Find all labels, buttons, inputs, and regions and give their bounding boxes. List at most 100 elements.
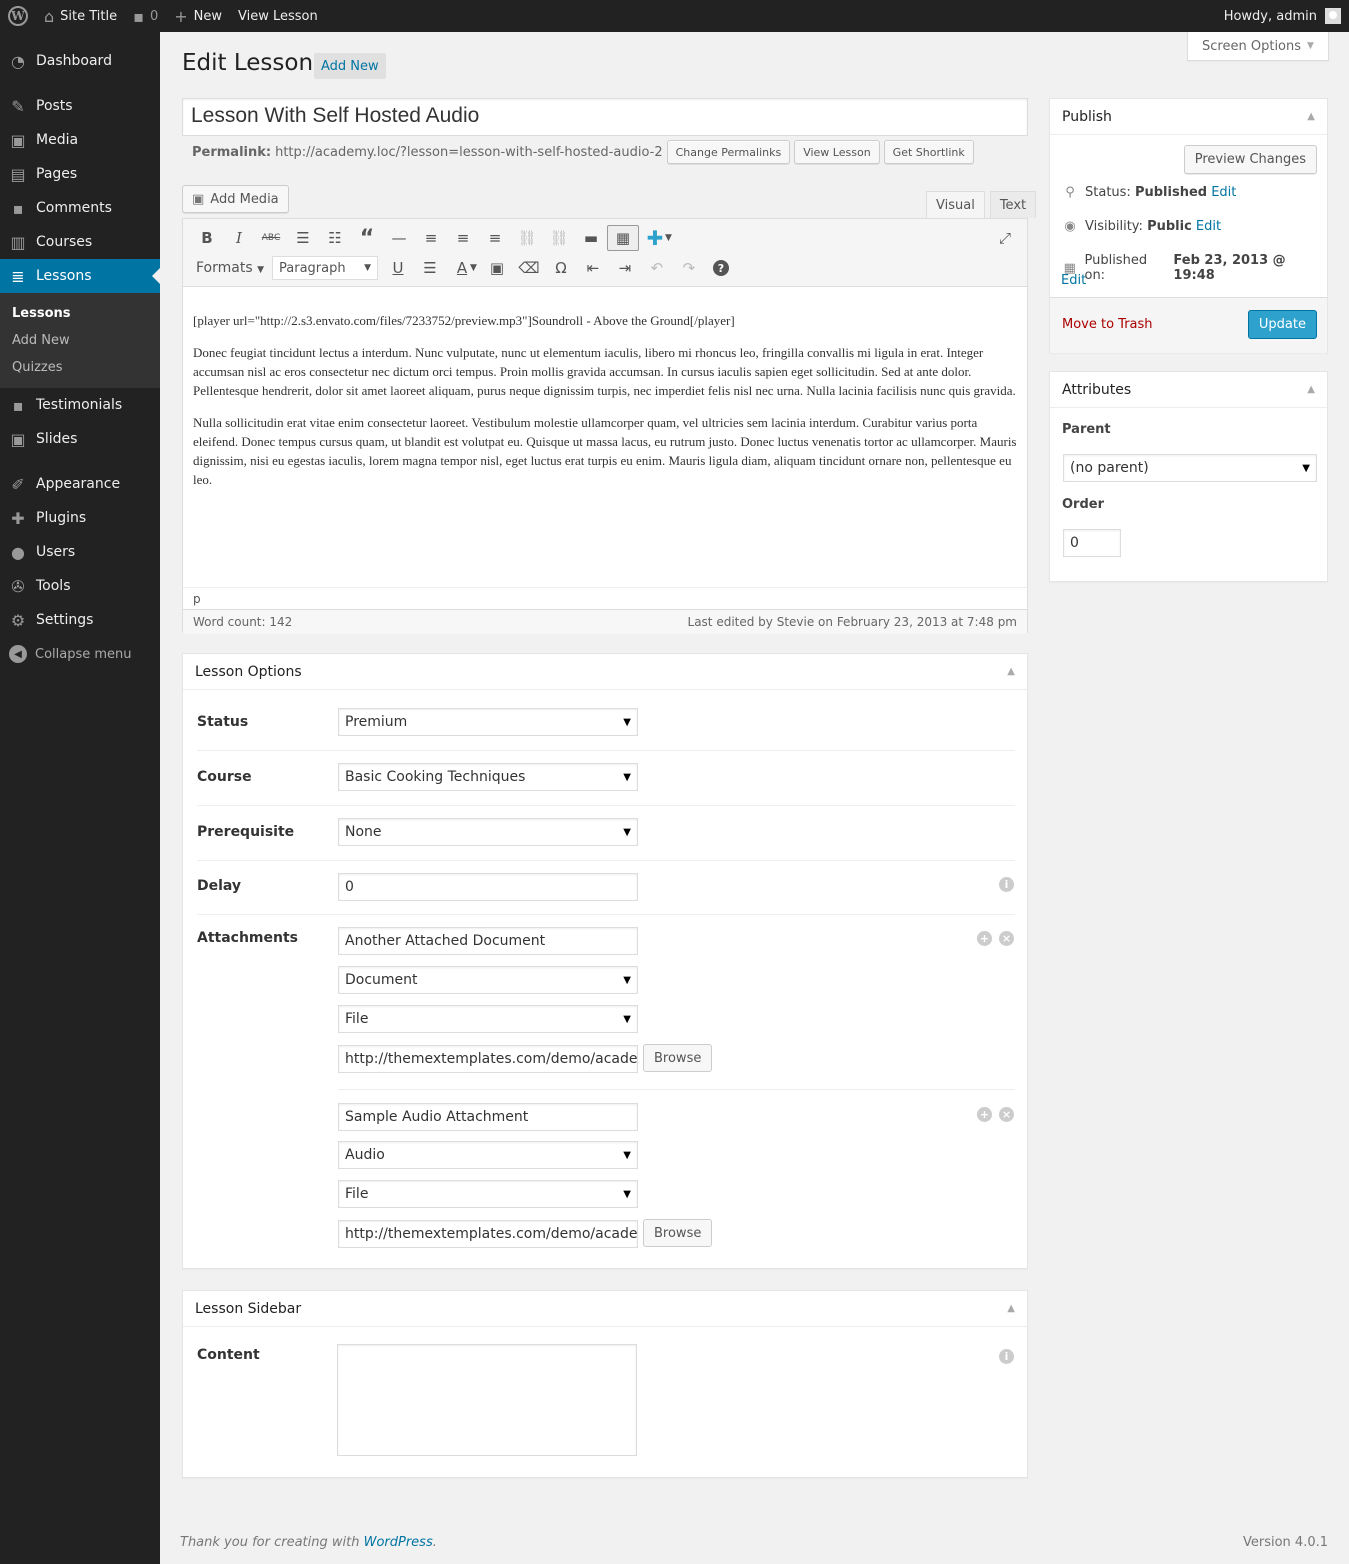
menu-item-users[interactable]: ● Users [0, 535, 160, 569]
browse-button[interactable]: Browse [643, 1044, 713, 1072]
menu-item-comments[interactable]: ▪ Comments [0, 191, 160, 225]
attachment-title-input[interactable]: Sample Audio Attachment [338, 1103, 638, 1131]
blockquote-icon[interactable]: “ [351, 225, 383, 251]
info-icon[interactable]: i [999, 877, 1014, 892]
attributes-header[interactable]: Attributes ▲ [1050, 372, 1327, 408]
bullet-list-icon[interactable]: ☰ [287, 225, 319, 251]
paste-text-icon[interactable]: ▣ [481, 255, 513, 281]
redo-icon[interactable]: ↷ [673, 255, 705, 281]
lesson-options-header[interactable]: Lesson Options ▲ [183, 654, 1027, 690]
change-permalinks-button[interactable]: Change Permalinks [666, 140, 791, 164]
info-icon[interactable]: i [999, 1349, 1014, 1364]
unlink-icon[interactable]: ⛓ [543, 225, 575, 251]
edit-status-link[interactable]: Edit [1211, 185, 1236, 200]
collapse-toggle-icon[interactable]: ▲ [1307, 384, 1315, 395]
attachment-url-input[interactable]: http://themextemplates.com/demo/academ [338, 1045, 638, 1073]
wordpress-logo-icon[interactable]: W [0, 0, 36, 32]
clear-formatting-icon[interactable]: ⌫ [513, 255, 545, 281]
course-select[interactable]: Basic Cooking Techniques ▼ [338, 763, 638, 791]
submenu-quizzes[interactable]: Quizzes [0, 354, 160, 381]
sidebar-content-textarea[interactable] [337, 1344, 637, 1456]
update-button[interactable]: Update [1247, 310, 1317, 339]
outdent-icon[interactable]: ⇤ [577, 255, 609, 281]
toolbar-toggle-icon[interactable]: ▦ [607, 225, 639, 251]
remove-attachment-icon[interactable]: × [999, 1107, 1014, 1122]
menu-item-testimonials[interactable]: ▪ Testimonials [0, 388, 160, 422]
menu-item-pages[interactable]: ▤ Pages [0, 157, 160, 191]
menu-item-courses[interactable]: ▥ Courses [0, 225, 160, 259]
wordpress-link[interactable]: WordPress [364, 1535, 433, 1550]
justify-icon[interactable]: ☰ [414, 255, 446, 281]
lesson-sidebar-header[interactable]: Lesson Sidebar ▲ [183, 1291, 1027, 1327]
tab-visual[interactable]: Visual [926, 191, 985, 218]
formats-dropdown[interactable]: Formats ▼ [196, 260, 264, 276]
site-title-link[interactable]: ⌂ Site Title [36, 0, 125, 32]
collapse-toggle-icon[interactable]: ▲ [1307, 111, 1315, 122]
link-icon[interactable]: ⛓ [511, 225, 543, 251]
fullscreen-icon[interactable]: ⤢ [989, 225, 1021, 251]
edit-visibility-link[interactable]: Edit [1196, 219, 1221, 234]
order-input[interactable]: 0 [1063, 529, 1121, 557]
align-left-icon[interactable]: ≡ [415, 225, 447, 251]
read-more-icon[interactable]: ▬ [575, 225, 607, 251]
attachment-type-select[interactable]: Document ▼ [338, 966, 638, 994]
status-select[interactable]: Premium ▼ [338, 708, 638, 736]
menu-item-lessons[interactable]: ≣ Lessons [0, 259, 160, 293]
remove-attachment-icon[interactable]: × [999, 931, 1014, 946]
browse-button[interactable]: Browse [643, 1219, 713, 1247]
menu-item-plugins[interactable]: ✚ Plugins [0, 501, 160, 535]
account-menu[interactable]: Howdy, admin [1216, 0, 1349, 32]
chevron-down-icon[interactable]: ▼ [470, 263, 477, 273]
menu-item-dashboard[interactable]: ◔ Dashboard [0, 44, 160, 78]
collapse-toggle-icon[interactable]: ▲ [1007, 666, 1015, 677]
attachment-title-input[interactable]: Another Attached Document [338, 927, 638, 955]
strikethrough-icon[interactable]: ABC [255, 225, 287, 251]
align-center-icon[interactable]: ≡ [447, 225, 479, 251]
parent-select[interactable]: (no parent) ▼ [1063, 454, 1317, 482]
submenu-lessons[interactable]: Lessons [0, 300, 160, 327]
underline-icon[interactable]: U [382, 255, 414, 281]
preview-changes-button[interactable]: Preview Changes [1183, 145, 1317, 174]
get-shortlink-button[interactable]: Get Shortlink [883, 140, 974, 164]
attachment-type-select[interactable]: Audio ▼ [338, 1141, 638, 1169]
paragraph-select[interactable]: Paragraph ▼ [272, 256, 379, 280]
edit-date-link[interactable]: Edit [1061, 273, 1086, 288]
delay-input[interactable]: 0 [338, 873, 638, 901]
collapse-menu-button[interactable]: ◀ Collapse menu [0, 637, 160, 671]
indent-icon[interactable]: ⇥ [609, 255, 641, 281]
submenu-add-new[interactable]: Add New [0, 327, 160, 354]
screen-options-button[interactable]: Screen Options ▼ [1187, 32, 1329, 61]
italic-icon[interactable]: I [223, 225, 255, 251]
menu-item-appearance[interactable]: ✐ Appearance [0, 467, 160, 501]
move-to-trash-link[interactable]: Move to Trash [1062, 317, 1153, 332]
attachment-url-input[interactable]: http://themextemplates.com/demo/academ [338, 1220, 638, 1248]
prerequisite-select[interactable]: None ▼ [338, 818, 638, 846]
menu-item-slides[interactable]: ▣ Slides [0, 422, 160, 456]
menu-item-tools[interactable]: ✇ Tools [0, 569, 160, 603]
post-title-input[interactable]: Lesson With Self Hosted Audio [182, 98, 1028, 136]
chevron-down-icon[interactable]: ▼ [665, 233, 672, 243]
add-attachment-icon[interactable]: + [977, 1107, 992, 1122]
attachment-source-select[interactable]: File ▼ [338, 1180, 638, 1208]
add-new-button[interactable]: Add New [314, 53, 386, 79]
bold-icon[interactable]: B [191, 225, 223, 251]
menu-item-settings[interactable]: ⚙ Settings [0, 603, 160, 637]
comments-link[interactable]: ▪ 0 [125, 0, 166, 32]
numbered-list-icon[interactable]: ☷ [319, 225, 351, 251]
permalink-url[interactable]: http://academy.loc/?lesson=lesson-with-s… [275, 145, 663, 160]
new-content-link[interactable]: + New [166, 0, 230, 32]
menu-item-posts[interactable]: ✎ Posts [0, 89, 160, 123]
attachment-source-select[interactable]: File ▼ [338, 1005, 638, 1033]
add-attachment-icon[interactable]: + [977, 931, 992, 946]
add-media-button[interactable]: ▣ Add Media [182, 185, 289, 213]
view-lesson-link[interactable]: View Lesson [230, 0, 326, 32]
special-character-icon[interactable]: Ω [545, 255, 577, 281]
undo-icon[interactable]: ↶ [641, 255, 673, 281]
publish-header[interactable]: Publish ▲ [1050, 99, 1327, 135]
help-icon[interactable]: ? [705, 255, 737, 281]
editor-content-area[interactable]: [player url="http://2.s3.envato.com/file… [183, 287, 1027, 587]
menu-item-media[interactable]: ▣ Media [0, 123, 160, 157]
tab-text[interactable]: Text [989, 191, 1037, 218]
collapse-toggle-icon[interactable]: ▲ [1007, 1303, 1015, 1314]
view-lesson-button[interactable]: View Lesson [794, 140, 880, 164]
